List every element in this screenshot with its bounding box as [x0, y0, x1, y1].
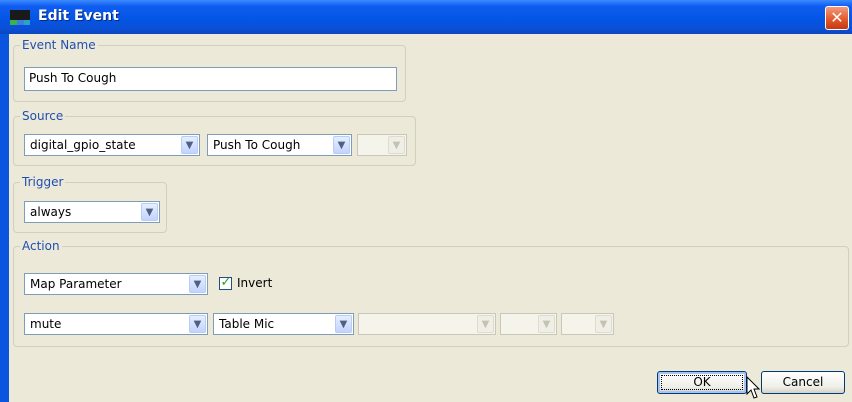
parameter-value: mute: [30, 317, 62, 331]
focus-rectangle: [661, 375, 743, 390]
chevron-down-icon: ▼: [477, 315, 494, 333]
title-bar[interactable]: Edit Event ✕: [0, 0, 852, 34]
mouse-cursor-icon: [746, 376, 760, 399]
source-input-value: Push To Cough: [213, 138, 301, 152]
app-icon: [10, 10, 30, 25]
parameter-select[interactable]: mute ▼: [24, 313, 208, 335]
event-name-legend: Event Name: [22, 38, 96, 52]
action-select[interactable]: Map Parameter ▼: [24, 273, 208, 295]
source-legend: Source: [22, 109, 64, 123]
ok-button[interactable]: OK: [657, 371, 747, 394]
source-type-select[interactable]: digital_gpio_state ▼: [24, 134, 200, 156]
checkmark-icon: ✓: [220, 275, 232, 290]
action-extra-select-1[interactable]: ▼: [358, 313, 496, 335]
invert-checkbox[interactable]: ✓: [219, 275, 232, 290]
chevron-down-icon: ▼: [595, 315, 612, 333]
target-select[interactable]: Table Mic ▼: [213, 313, 354, 335]
close-icon: ✕: [830, 8, 844, 27]
action-value: Map Parameter: [30, 277, 122, 291]
window-title: Edit Event: [38, 8, 119, 24]
edit-event-window: Edit Event ✕ Event Name Push To Cough So…: [0, 0, 852, 402]
cancel-button[interactable]: Cancel: [761, 371, 845, 394]
chevron-down-icon: ▼: [141, 203, 158, 221]
action-extra-select-2[interactable]: ▼: [500, 313, 557, 335]
chevron-down-icon: ▼: [189, 315, 206, 333]
source-extra-select[interactable]: ▼: [357, 134, 407, 156]
action-legend: Action: [22, 239, 60, 253]
trigger-select[interactable]: always ▼: [24, 201, 160, 223]
source-type-value: digital_gpio_state: [30, 138, 136, 152]
chevron-down-icon: ▼: [333, 136, 350, 154]
event-name-input[interactable]: Push To Cough: [24, 67, 397, 91]
dialog-body: Event Name Push To Cough Source digital_…: [9, 34, 852, 402]
target-value: Table Mic: [219, 317, 275, 331]
cancel-label: Cancel: [782, 375, 824, 389]
chevron-down-icon: ▼: [538, 315, 555, 333]
trigger-value: always: [30, 205, 72, 219]
chevron-down-icon: ▼: [388, 136, 405, 154]
invert-label[interactable]: Invert: [237, 276, 272, 290]
chevron-down-icon: ▼: [189, 275, 206, 293]
trigger-legend: Trigger: [22, 175, 64, 189]
source-input-select[interactable]: Push To Cough ▼: [207, 134, 352, 156]
chevron-down-icon: ▼: [181, 136, 198, 154]
action-extra-select-3[interactable]: ▼: [561, 313, 614, 335]
chevron-down-icon: ▼: [335, 315, 352, 333]
close-button[interactable]: ✕: [825, 6, 849, 30]
